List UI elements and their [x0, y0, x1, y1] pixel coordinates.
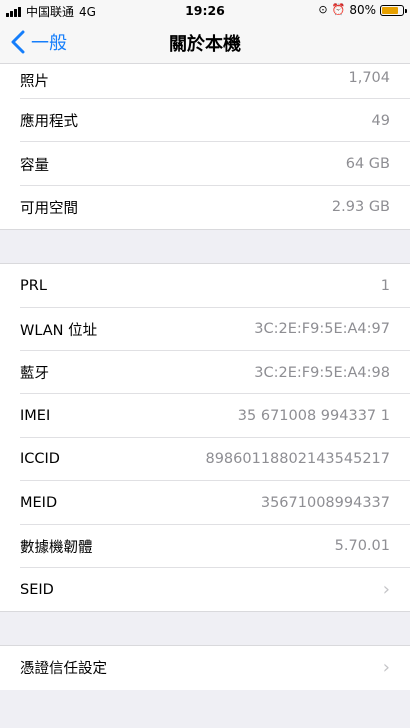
row-photos: 照片 1,704 [0, 64, 410, 99]
page-title: 關於本機 [169, 34, 241, 55]
settings-list: 照片 1,704 應用程式 49 容量 64 GB 可用空間 2.93 GB P… [0, 64, 410, 690]
row-value: 3C:2E:F9:5E:A4:97 [254, 321, 390, 338]
row-value: 89860118802143545217 [205, 451, 390, 468]
row-value: 64 GB [345, 156, 390, 173]
row-label: 藍牙 [20, 366, 49, 383]
section-separator [0, 229, 410, 265]
row-label: 應用程式 [20, 114, 78, 131]
row-value: 35671008994337 [260, 494, 390, 511]
row-prl: PRL 1 [0, 264, 410, 308]
chevron-right-icon: › [382, 656, 390, 678]
row-meid: MEID 35671008994337 [0, 481, 410, 525]
row-label: PRL [20, 277, 47, 294]
section-separator [0, 611, 410, 647]
chevron-right-icon: › [382, 578, 390, 600]
row-value: 2.93 GB [331, 199, 390, 216]
row-modem-firmware: 數據機韌體 5.70.01 [0, 525, 410, 569]
row-label: 憑證信任設定 [20, 661, 107, 678]
row-label: MEID [20, 494, 58, 511]
storage-group: 照片 1,704 應用程式 49 容量 64 GB 可用空間 2.93 GB [0, 64, 410, 230]
orientation-lock-icon: ⊙ [318, 3, 328, 16]
certificate-group: 憑證信任設定 › [0, 646, 410, 690]
row-capacity: 容量 64 GB [0, 142, 410, 187]
row-value: 49 [371, 112, 390, 129]
status-right: ⊙ ⏰ 80% [318, 3, 407, 17]
row-value: 5.70.01 [334, 538, 390, 555]
row-label: SEID [20, 581, 54, 598]
row-wlan-address: WLAN 位址 3C:2E:F9:5E:A4:97 [0, 308, 410, 352]
row-value: 3C:2E:F9:5E:A4:98 [254, 364, 390, 381]
row-label: 數據機韌體 [20, 539, 93, 556]
network-info-group: PRL 1 WLAN 位址 3C:2E:F9:5E:A4:97 藍牙 3C:2E… [0, 264, 410, 612]
navigation-bar: 一般 關於本機 [0, 20, 410, 64]
row-label: WLAN 位址 [20, 322, 98, 339]
battery-icon [380, 4, 407, 16]
row-value: 1,704 [348, 70, 390, 86]
row-iccid: ICCID 89860118802143545217 [0, 438, 410, 482]
row-bluetooth: 藍牙 3C:2E:F9:5E:A4:98 [0, 351, 410, 395]
row-label: IMEI [20, 408, 51, 425]
battery-fill [382, 6, 398, 14]
row-label: 容量 [20, 157, 49, 174]
row-value: 1 [380, 277, 390, 294]
row-label: 可用空間 [20, 200, 78, 217]
alarm-clock-icon: ⏰ [331, 3, 346, 16]
row-value: 35 671008 994337 1 [237, 408, 390, 425]
battery-percent: 80% [349, 3, 376, 17]
status-bar: 中国联通 4G 19:26 ⊙ ⏰ 80% [0, 0, 410, 20]
row-seid[interactable]: SEID › [0, 568, 410, 611]
battery-tip [405, 8, 407, 13]
row-applications: 應用程式 49 [0, 99, 410, 143]
row-certificate-trust-settings[interactable]: 憑證信任設定 › [0, 646, 410, 689]
row-label: 照片 [20, 74, 49, 90]
row-label: ICCID [20, 451, 60, 468]
row-available-space: 可用空間 2.93 GB [0, 186, 410, 229]
row-imei: IMEI 35 671008 994337 1 [0, 394, 410, 439]
